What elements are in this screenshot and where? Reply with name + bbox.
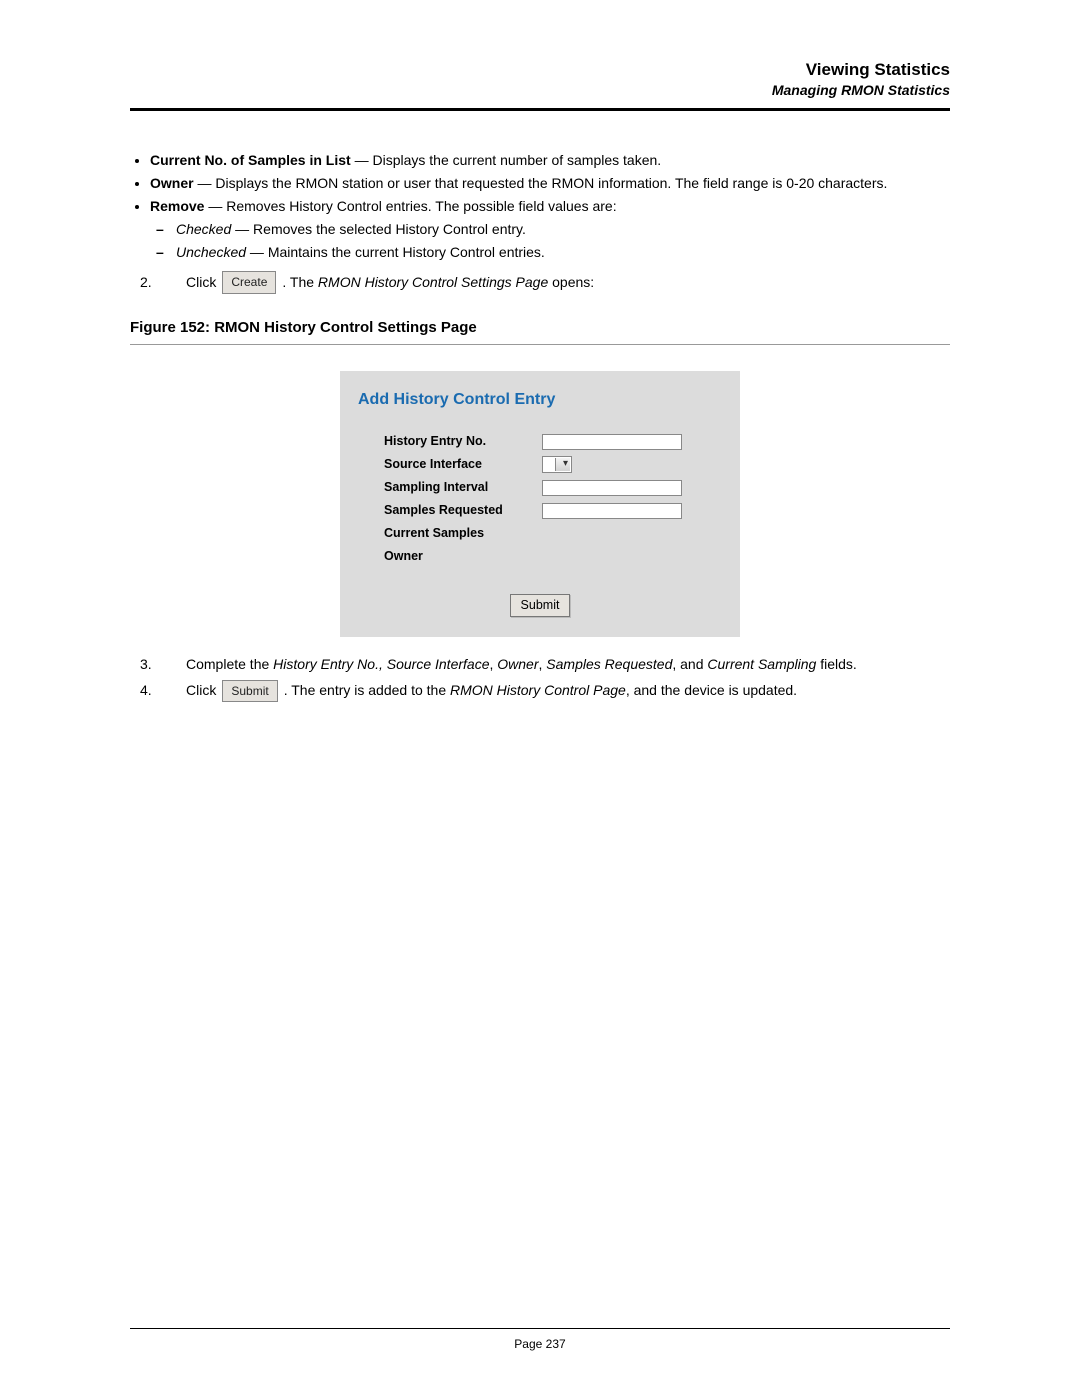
list-item: Owner — Displays the RMON station or use…: [150, 174, 950, 193]
field-ref: Samples Requested: [546, 656, 672, 672]
sub-list: Checked — Removes the selected History C…: [176, 220, 950, 262]
field-name: Remove: [150, 198, 204, 214]
page-footer: Page 237: [130, 1328, 950, 1351]
option-desc: — Maintains the current History Control …: [246, 244, 545, 260]
create-button[interactable]: Create: [222, 271, 276, 293]
sampling-interval-input[interactable]: [542, 480, 682, 496]
field-name: Current No. of Samples in List: [150, 152, 351, 168]
label-owner: Owner: [358, 545, 538, 568]
figure-caption: Figure 152: RMON History Control Setting…: [130, 318, 950, 338]
figure-divider: [130, 344, 950, 345]
step-2: 2. Click Create . The RMON History Contr…: [130, 271, 950, 293]
sub-list-item: Unchecked — Maintains the current Histor…: [176, 243, 950, 262]
footer-divider: [130, 1328, 950, 1329]
field-desc: — Displays the RMON station or user that…: [194, 175, 888, 191]
step-text-pre: Click: [186, 681, 216, 700]
list-item: Current No. of Samples in List — Display…: [150, 151, 950, 170]
step-text-em: RMON History Control Page: [450, 682, 626, 698]
header-title: Viewing Statistics: [130, 60, 950, 80]
field-name: Owner: [150, 175, 194, 191]
field-desc: — Removes History Control entries. The p…: [204, 198, 616, 214]
option-name: Checked: [176, 221, 231, 237]
label-current-samples: Current Samples: [358, 522, 538, 545]
samples-requested-input[interactable]: [542, 503, 682, 519]
label-source-interface: Source Interface: [358, 453, 538, 476]
label-samples-requested: Samples Requested: [358, 499, 538, 522]
submit-button[interactable]: Submit: [510, 594, 571, 617]
step-text: Complete the: [186, 656, 273, 672]
history-entry-no-input[interactable]: [542, 434, 682, 450]
step-text-em: RMON History Control Settings Page: [318, 274, 548, 290]
step-text-a: . The: [282, 274, 318, 290]
step-4: 4. Click Submit . The entry is added to …: [130, 680, 950, 702]
main-content: Current No. of Samples in List — Display…: [130, 151, 950, 702]
label-sampling-interval: Sampling Interval: [358, 476, 538, 499]
dialog-title: Add History Control Entry: [358, 389, 722, 411]
option-name: Unchecked: [176, 244, 246, 260]
field-desc: — Displays the current number of samples…: [351, 152, 661, 168]
page-header: Viewing Statistics Managing RMON Statist…: [130, 60, 950, 98]
field-ref: History Entry No., Source Interface: [273, 656, 489, 672]
source-interface-select[interactable]: [542, 456, 572, 473]
step-text-b: opens:: [548, 274, 594, 290]
field-ref: Owner: [497, 656, 538, 672]
step-text-pre: Click: [186, 273, 216, 292]
submit-button-inline[interactable]: Submit: [222, 680, 277, 702]
step-number: 4.: [130, 681, 180, 700]
step-number: 3.: [130, 655, 180, 674]
step-text-b: , and the device is updated.: [626, 682, 797, 698]
header-divider: [130, 108, 950, 111]
page-number: Page 237: [130, 1337, 950, 1351]
sub-list-item: Checked — Removes the selected History C…: [176, 220, 950, 239]
label-history-entry-no: History Entry No.: [358, 430, 538, 453]
step-text-a: . The entry is added to the: [284, 682, 450, 698]
list-item: Remove — Removes History Control entries…: [150, 197, 950, 262]
step-number: 2.: [130, 273, 180, 292]
step-3: 3. Complete the History Entry No., Sourc…: [130, 655, 950, 674]
step-text: fields.: [816, 656, 856, 672]
add-history-dialog: Add History Control Entry History Entry …: [340, 371, 740, 637]
field-ref: Current Sampling: [707, 656, 816, 672]
option-desc: — Removes the selected History Control e…: [231, 221, 526, 237]
field-list: Current No. of Samples in List — Display…: [150, 151, 950, 261]
header-subtitle: Managing RMON Statistics: [130, 82, 950, 98]
form-table: History Entry No. Source Interface Sampl…: [358, 430, 722, 567]
